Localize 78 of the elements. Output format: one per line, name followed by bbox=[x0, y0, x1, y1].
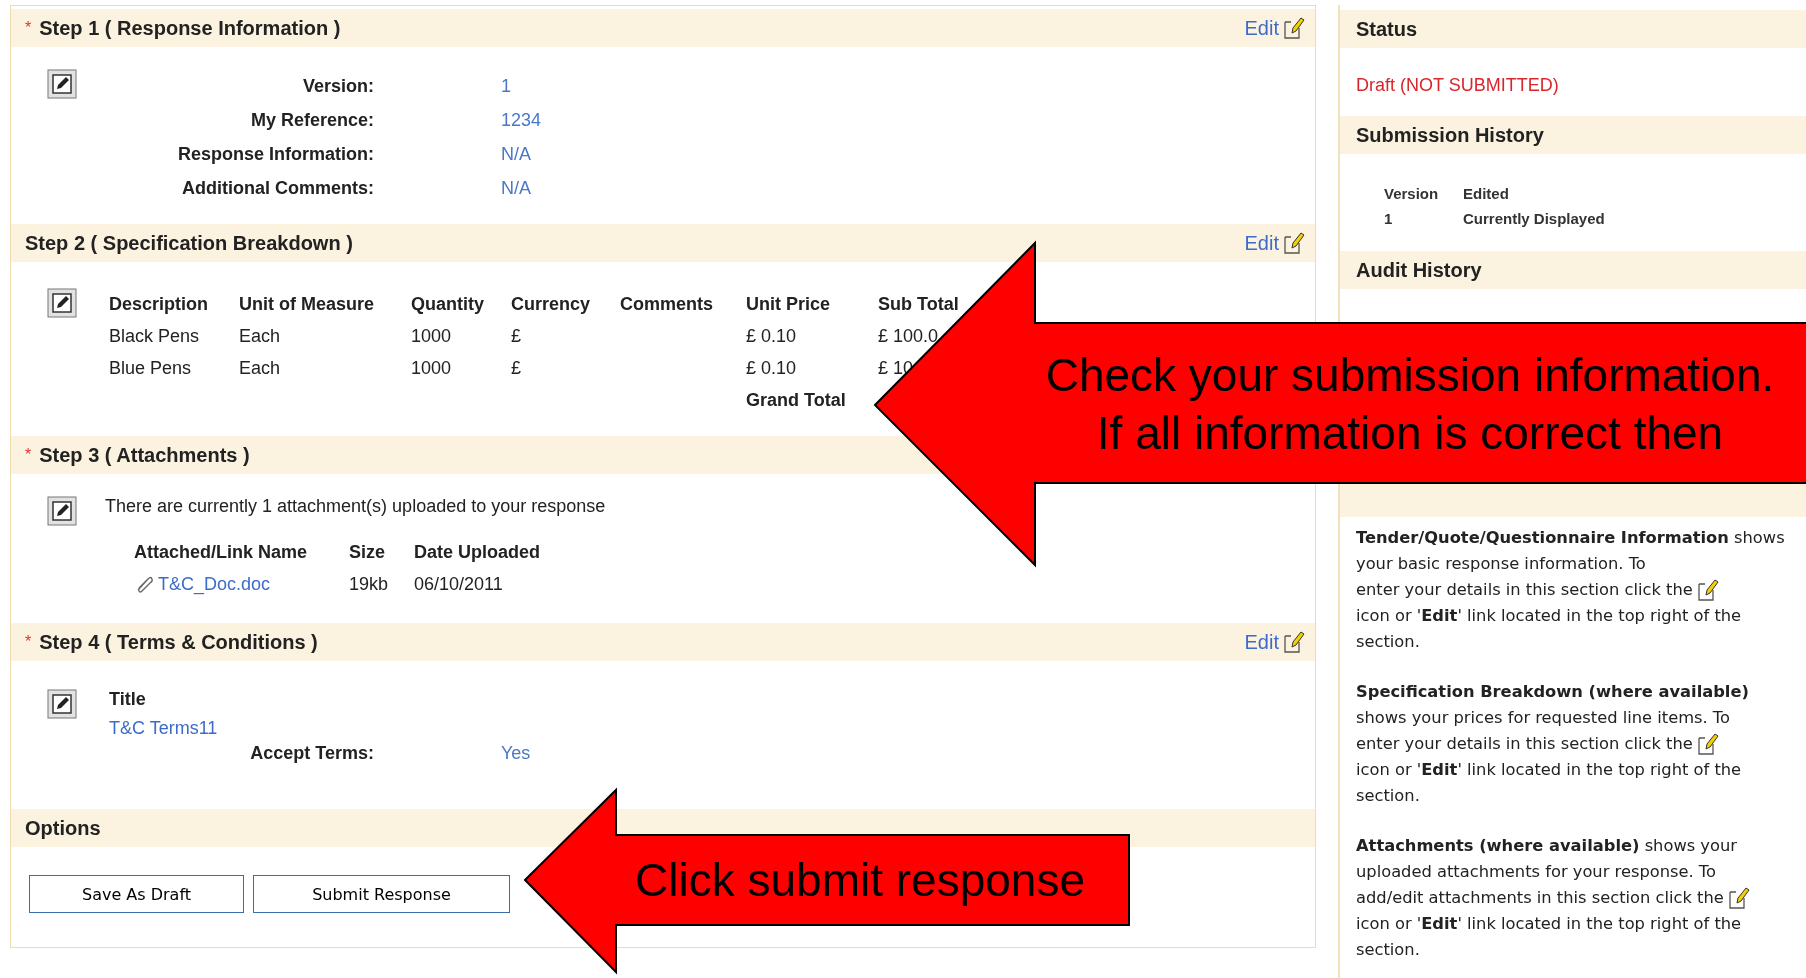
column-header: Sub Total bbox=[878, 293, 959, 315]
help-text: icon or 'Edit' link located in the top right of the section. bbox=[1356, 913, 1743, 961]
submit-button[interactable]: Submit Response bbox=[253, 875, 510, 913]
table-cell-text: Each bbox=[239, 325, 282, 347]
table-cell-text: 19kb bbox=[349, 573, 390, 595]
column-header: Attached/Link Name bbox=[134, 541, 309, 563]
table-cell-text: £ 100.0 bbox=[878, 325, 940, 347]
edit-box-icon[interactable] bbox=[47, 288, 77, 318]
table-cell-text: Black Pens bbox=[109, 325, 201, 347]
table-cell-text: £ 0.10 bbox=[746, 325, 798, 347]
field-value: N/A bbox=[501, 143, 532, 165]
attachment-link[interactable]: T&C_Doc.doc bbox=[158, 573, 271, 595]
edit-link[interactable]: Edit bbox=[1244, 16, 1305, 40]
note-pencil-icon bbox=[1727, 886, 1750, 910]
section-title: Options bbox=[25, 816, 101, 840]
field-label: Response Information: bbox=[177, 143, 374, 165]
note-pencil-icon bbox=[1283, 630, 1305, 654]
table-cell-text: Each bbox=[239, 357, 282, 379]
table-cell-text: Currently Displayed bbox=[1463, 210, 1606, 227]
section-title: Step 1 ( Response Information ) bbox=[39, 16, 341, 40]
help-text: enter your details in this section click the bbox=[1356, 579, 1693, 601]
column-header: Unit of Measure bbox=[239, 293, 376, 315]
note-pencil-icon bbox=[1283, 16, 1305, 40]
table-cell-text: 1000 bbox=[411, 357, 453, 379]
column-header: Size bbox=[349, 541, 387, 563]
table-cell-text: £ 0.10 bbox=[746, 357, 798, 379]
edit-box-icon[interactable] bbox=[47, 496, 77, 526]
field-value: 1 bbox=[501, 75, 512, 97]
column-header: Edited bbox=[1463, 185, 1510, 202]
note-pencil-icon bbox=[1696, 732, 1719, 756]
column-header: Quantity bbox=[411, 293, 485, 315]
field-label: Version: bbox=[301, 75, 374, 97]
callout-text: Check your submission information. If all information is correct then bbox=[1044, 348, 1776, 461]
field-value: Yes bbox=[501, 742, 531, 764]
table-cell-text: 1000 bbox=[411, 325, 453, 347]
help-text: add/edit attachments in this section click the bbox=[1356, 887, 1724, 909]
column-header: Description bbox=[109, 293, 210, 315]
required-asterisk: * bbox=[25, 446, 32, 464]
edit-link[interactable]: Edit bbox=[1244, 630, 1305, 654]
edit-link[interactable]: Edit bbox=[1244, 231, 1305, 255]
help-text: enter your details in this section click the bbox=[1356, 733, 1693, 755]
field-label: Additional Comments: bbox=[181, 177, 374, 199]
callout-text: Click submit response bbox=[634, 853, 1086, 908]
panel-header: Audit History bbox=[1340, 251, 1806, 289]
note-pencil-icon bbox=[1283, 231, 1305, 255]
column-header: Date Uploaded bbox=[414, 541, 542, 563]
column-header: Unit Price bbox=[746, 293, 832, 315]
attachment-message: There are currently 1 attachment(s) uploaded to your response bbox=[105, 496, 606, 518]
draft-button[interactable]: Save As Draft bbox=[29, 875, 244, 913]
table-cell-text: Blue Pens bbox=[109, 357, 193, 379]
required-asterisk: * bbox=[25, 633, 32, 651]
column-header: Version bbox=[1384, 185, 1440, 202]
table-cell-text: 1 bbox=[1384, 210, 1394, 227]
grand-total-label: Grand Total bbox=[746, 389, 847, 411]
table-cell-text: 06/10/2011 bbox=[414, 573, 504, 595]
status-value: Draft (NOT SUBMITTED) bbox=[1355, 74, 1560, 97]
field-label: Accept Terms: bbox=[249, 742, 374, 764]
section-title: Step 3 ( Attachments ) bbox=[39, 443, 250, 467]
terms-heading: Title bbox=[109, 689, 147, 710]
section-title: Step 4 ( Terms & Conditions ) bbox=[39, 630, 318, 654]
field-value: 1234 bbox=[501, 109, 542, 131]
table-cell-text: £ bbox=[511, 325, 522, 347]
help-text: icon or 'Edit' link located in the top right of the section. bbox=[1356, 759, 1743, 807]
section-title: Step 2 ( Specification Breakdown ) bbox=[25, 231, 353, 255]
required-asterisk: * bbox=[25, 19, 32, 37]
paperclip-icon bbox=[134, 575, 154, 593]
note-pencil-icon bbox=[1696, 578, 1719, 602]
column-header: Comments bbox=[620, 293, 714, 315]
edit-box-icon[interactable] bbox=[47, 69, 77, 99]
field-value: N/A bbox=[501, 177, 532, 199]
column-header: Currency bbox=[511, 293, 592, 315]
help-text: icon or 'Edit' link located in the top right of the section. bbox=[1356, 605, 1743, 653]
table-cell-text: £ bbox=[511, 357, 522, 379]
panel-header: Submission History bbox=[1340, 116, 1806, 154]
terms-link[interactable]: T&C Terms11 bbox=[109, 718, 531, 739]
field-label: My Reference: bbox=[249, 109, 374, 131]
panel-header: Status bbox=[1340, 10, 1806, 48]
edit-box-icon[interactable] bbox=[47, 689, 77, 719]
